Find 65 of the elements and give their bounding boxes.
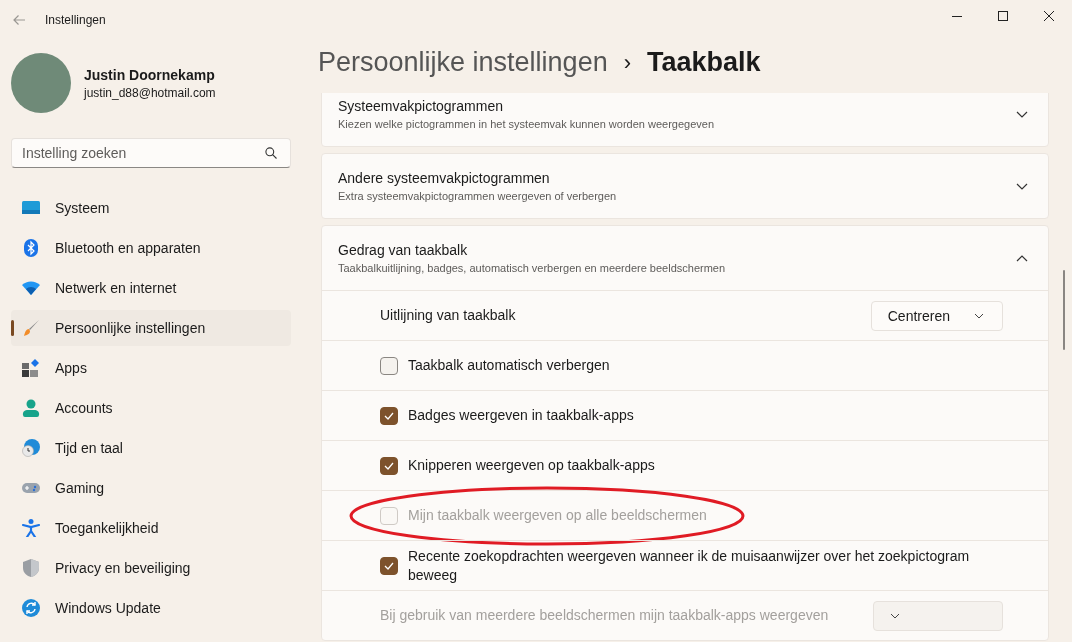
section-description: Kiezen welke pictogrammen in het systeemvak kunnen worden weergegeven bbox=[338, 118, 716, 130]
section-header[interactable]: Systeemvakpictogrammen Kiezen welke pictogrammen in het systeemvak kunnen worden weergegeven bbox=[322, 93, 1048, 146]
person-icon bbox=[22, 399, 40, 417]
sidebar-item[interactable]: Netwerk en internet bbox=[11, 270, 291, 306]
section-title: Gedrag van taakbalk bbox=[338, 242, 469, 258]
chevron-icon bbox=[974, 312, 984, 319]
account-name: Justin Doornekamp bbox=[84, 66, 216, 83]
chevron-icon bbox=[1016, 182, 1028, 190]
back-arrow-icon bbox=[12, 14, 26, 26]
wifi-icon bbox=[22, 279, 40, 297]
sidebar-item[interactable]: Persoonlijke instellingen bbox=[11, 310, 291, 346]
selection-indicator bbox=[11, 320, 14, 336]
chevron-icon bbox=[1016, 110, 1028, 118]
checkbox-label: Knipperen weergeven op taakbalk-apps bbox=[408, 456, 656, 475]
account-email: justin_d88@hotmail.com bbox=[84, 85, 216, 100]
sidebar-item[interactable]: Accounts bbox=[11, 390, 291, 426]
section-description: Taakbalkuitlijning, badges, automatisch verbergen en meerdere beeldschermen bbox=[338, 262, 727, 274]
sidebar-item[interactable]: Systeem bbox=[11, 190, 291, 226]
page-title: Taakbalk bbox=[647, 47, 761, 78]
chevron-icon bbox=[890, 612, 900, 619]
sidebar-item[interactable]: Privacy en beveiliging bbox=[11, 550, 291, 586]
checkbox-label: Mijn taakbalk weergeven op alle beeldschermen bbox=[408, 506, 708, 525]
avatar bbox=[11, 53, 71, 113]
checkbox[interactable] bbox=[380, 456, 398, 475]
checkmark-icon bbox=[384, 411, 394, 420]
section-description: Extra systeemvakpictogrammen weergeven of verbergen bbox=[338, 190, 618, 202]
checkbox[interactable] bbox=[380, 406, 398, 425]
checkbox-label: Recente zoekopdrachten weergeven wanneer ik de muisaanwijzer over het zoekpictogram beweeg bbox=[408, 546, 971, 585]
paintbrush-icon bbox=[22, 319, 40, 337]
window-title: Instellingen bbox=[45, 13, 106, 27]
scrollbar-thumb[interactable] bbox=[1063, 270, 1065, 350]
sidebar-item[interactable]: Apps bbox=[11, 350, 291, 386]
setting-label: Bij gebruik van meerdere beeldschermen mijn taakbalk-apps weergeven bbox=[380, 606, 830, 625]
dropdown[interactable]: Centreren bbox=[870, 300, 1003, 331]
section-header[interactable]: Andere systeemvakpictogrammen Extra systeemvakpictogrammen weergeven of verbergen bbox=[322, 154, 1048, 218]
section-title: Systeemvakpictogrammen bbox=[338, 98, 504, 114]
sidebar-item[interactable]: Bluetooth en apparaten bbox=[11, 230, 291, 266]
sidebar-item[interactable]: Gaming bbox=[11, 470, 291, 506]
shield-icon bbox=[22, 559, 40, 577]
search-field[interactable]: Instelling zoeken bbox=[11, 138, 291, 168]
section-title: Andere systeemvakpictogrammen bbox=[338, 170, 551, 186]
bluetooth-icon bbox=[22, 239, 40, 257]
back-button[interactable] bbox=[11, 13, 27, 27]
sidebar-item[interactable]: Windows Update bbox=[11, 590, 291, 626]
globe-clock-icon bbox=[22, 439, 40, 457]
maximize-icon bbox=[998, 11, 1008, 21]
monitor-icon bbox=[22, 199, 40, 217]
chevron-icon bbox=[1016, 254, 1028, 262]
section-header[interactable]: Gedrag van taakbalk Taakbalkuitlijning, badges, automatisch verbergen en meerdere beeldschermen bbox=[322, 226, 1048, 290]
search-icon bbox=[265, 147, 277, 159]
breadcrumb-link[interactable]: Persoonlijke instellingen bbox=[318, 47, 608, 78]
breadcrumb-separator: › bbox=[623, 49, 631, 76]
checkbox-label: Taakbalk automatisch verbergen bbox=[408, 356, 611, 375]
checkmark-icon bbox=[384, 461, 394, 470]
checkbox[interactable] bbox=[380, 556, 398, 575]
sidebar-item[interactable]: Tijd en taal bbox=[11, 430, 291, 466]
checkbox[interactable] bbox=[380, 356, 398, 375]
apps-icon bbox=[22, 359, 40, 377]
close-icon bbox=[1044, 11, 1054, 21]
setting-label: Uitlijning van taakbalk bbox=[380, 306, 517, 325]
checkbox-label: Badges weergeven in taakbalk-apps bbox=[408, 406, 635, 425]
sync-icon bbox=[22, 599, 40, 617]
sidebar-item[interactable]: Toegankelijkheid bbox=[11, 510, 291, 546]
accessibility-icon bbox=[22, 519, 40, 537]
checkmark-icon bbox=[384, 561, 394, 570]
